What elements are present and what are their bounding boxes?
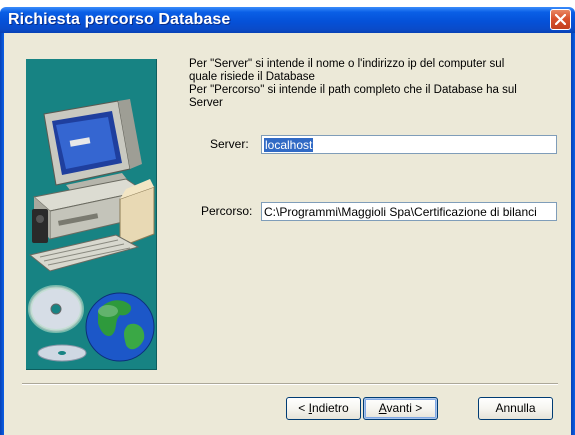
server-input-value: localhost (264, 138, 314, 152)
background-strip (0, 0, 575, 7)
description-line: quale risiede il Database (189, 71, 315, 83)
close-icon (555, 14, 566, 25)
next-suffix: > (411, 401, 423, 415)
description-line: Per "Server" si intende il nome o l'indi… (189, 58, 505, 70)
back-button[interactable]: < Indietro (286, 397, 361, 420)
server-label: Server: (210, 137, 249, 151)
back-prefix: < (298, 401, 309, 415)
back-label: ndietro (311, 401, 349, 415)
server-input[interactable]: localhost (261, 135, 557, 154)
next-mnemonic: A (378, 401, 387, 415)
close-button[interactable] (550, 9, 571, 30)
dialog-body: Per "Server" si intende il nome o l'indi… (4, 33, 571, 435)
divider (22, 383, 558, 385)
next-button[interactable]: Avanti > (363, 397, 438, 420)
percorso-input-value: C:\Programmi\Maggioli Spa\Certificazione… (264, 205, 537, 219)
percorso-label: Percorso: (201, 204, 253, 218)
cancel-button[interactable]: Annulla (478, 397, 553, 420)
computer-globe-illustration (28, 99, 155, 362)
setup-dialog: Richiesta percorso Database Per "Server"… (0, 0, 575, 435)
window-title: Richiesta percorso Database (8, 11, 231, 28)
window-frame-right (571, 33, 575, 435)
percorso-input[interactable]: C:\Programmi\Maggioli Spa\Certificazione… (261, 202, 557, 221)
next-label: vanti (386, 401, 412, 415)
title-bar[interactable]: Richiesta percorso Database (0, 7, 575, 33)
description-text: Per "Server" si intende il nome o l'indi… (189, 58, 554, 110)
description-line: Per "Percorso" si intende il path comple… (189, 84, 517, 96)
setup-illustration (26, 59, 157, 370)
description-line: Server (189, 97, 223, 109)
